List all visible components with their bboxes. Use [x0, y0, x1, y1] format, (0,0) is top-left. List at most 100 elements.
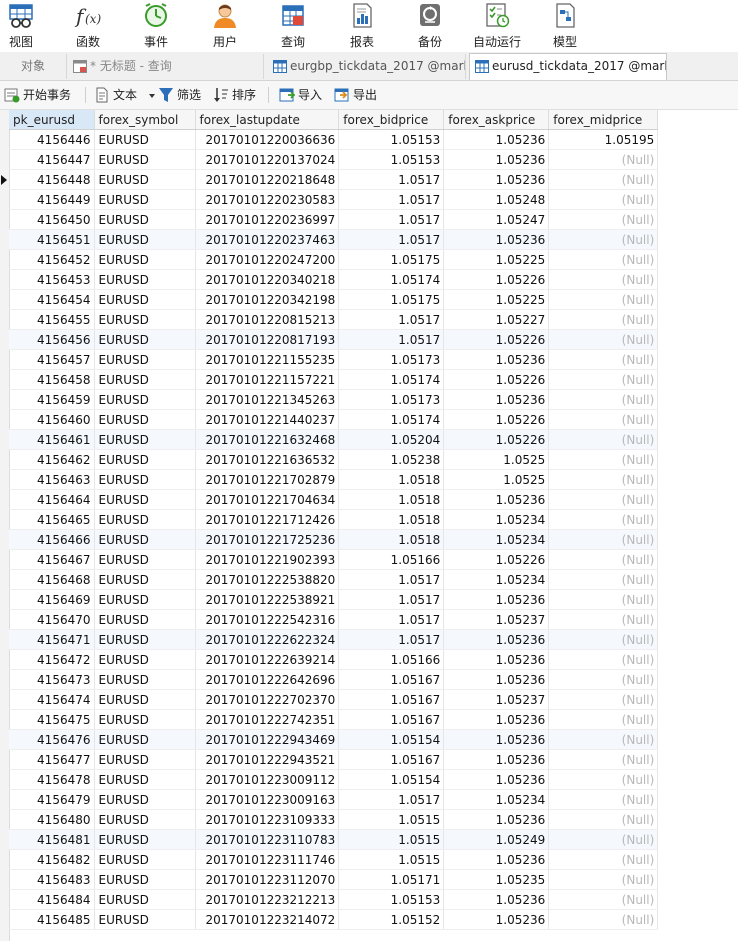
- cell-forex-askprice[interactable]: 1.05236: [443, 649, 550, 670]
- cell-forex-midprice[interactable]: (Null): [548, 269, 659, 290]
- cell-forex-askprice[interactable]: 1.05236: [443, 389, 550, 410]
- cell-forex-symbol[interactable]: EURUSD: [94, 429, 196, 450]
- cell-forex-lastupdate[interactable]: 20170101220230583: [195, 189, 340, 210]
- cell-pk-eurusd[interactable]: 4156485: [9, 909, 95, 930]
- cell-forex-symbol[interactable]: EURUSD: [94, 169, 196, 190]
- cell-pk-eurusd[interactable]: 4156449: [9, 189, 95, 210]
- cell-forex-lastupdate[interactable]: 20170101223009163: [195, 789, 340, 810]
- cell-forex-midprice[interactable]: (Null): [548, 609, 659, 630]
- cell-forex-symbol[interactable]: EURUSD: [94, 629, 196, 650]
- cell-forex-symbol[interactable]: EURUSD: [94, 309, 196, 330]
- cell-forex-bidprice[interactable]: 1.0517: [338, 569, 445, 590]
- cell-forex-askprice[interactable]: 1.05235: [443, 869, 550, 890]
- cell-forex-lastupdate[interactable]: 20170101222742351: [195, 709, 340, 730]
- cell-forex-askprice[interactable]: 1.05236: [443, 709, 550, 730]
- cell-forex-askprice[interactable]: 1.0525: [443, 449, 550, 470]
- cell-forex-symbol[interactable]: EURUSD: [94, 589, 196, 610]
- cell-forex-askprice[interactable]: 1.05236: [443, 589, 550, 610]
- cell-forex-askprice[interactable]: 1.05236: [443, 729, 550, 750]
- cell-forex-askprice[interactable]: 1.05225: [443, 249, 550, 270]
- cell-forex-askprice[interactable]: 1.05237: [443, 609, 550, 630]
- cell-forex-symbol[interactable]: EURUSD: [94, 189, 196, 210]
- cell-forex-bidprice[interactable]: 1.05167: [338, 689, 445, 710]
- cell-forex-midprice[interactable]: 1.05195: [548, 129, 659, 150]
- cell-forex-askprice[interactable]: 1.05236: [443, 629, 550, 650]
- cell-forex-symbol[interactable]: EURUSD: [94, 689, 196, 710]
- cell-forex-bidprice[interactable]: 1.0517: [338, 629, 445, 650]
- cell-forex-symbol[interactable]: EURUSD: [94, 469, 196, 490]
- cell-forex-lastupdate[interactable]: 20170101222538921: [195, 589, 340, 610]
- cell-forex-lastupdate[interactable]: 20170101223109333: [195, 809, 340, 830]
- cell-forex-symbol[interactable]: EURUSD: [94, 569, 196, 590]
- cell-forex-lastupdate[interactable]: 20170101220247200: [195, 249, 340, 270]
- cell-forex-symbol[interactable]: EURUSD: [94, 129, 196, 150]
- column-header[interactable]: forex_askprice: [443, 110, 550, 130]
- table-row[interactable]: 4156447 EURUSD 20170101220137024 1.05153 1.0…: [9, 149, 659, 170]
- cell-forex-lastupdate[interactable]: 20170101221440237: [195, 409, 340, 430]
- cell-pk-eurusd[interactable]: 4156470: [9, 609, 95, 630]
- cell-forex-symbol[interactable]: EURUSD: [94, 529, 196, 550]
- column-header[interactable]: forex_symbol: [94, 110, 196, 130]
- cell-forex-bidprice[interactable]: 1.05166: [338, 649, 445, 670]
- cell-forex-askprice[interactable]: 1.0525: [443, 469, 550, 490]
- cell-forex-lastupdate[interactable]: 20170101221157221: [195, 369, 340, 390]
- cell-forex-askprice[interactable]: 1.05236: [443, 909, 550, 930]
- cell-forex-askprice[interactable]: 1.05236: [443, 489, 550, 510]
- cell-forex-askprice[interactable]: 1.05225: [443, 289, 550, 310]
- cell-pk-eurusd[interactable]: 4156457: [9, 349, 95, 370]
- cell-pk-eurusd[interactable]: 4156472: [9, 649, 95, 670]
- cell-pk-eurusd[interactable]: 4156475: [9, 709, 95, 730]
- cell-forex-bidprice[interactable]: 1.05174: [338, 369, 445, 390]
- ribbon-report-button[interactable]: 报表: [332, 0, 392, 52]
- sort-button[interactable]: 排序: [213, 85, 256, 105]
- table-row[interactable]: 4156466 EURUSD 20170101221725236 1.0518 1.05…: [9, 529, 659, 550]
- cell-forex-bidprice[interactable]: 1.0517: [338, 209, 445, 230]
- cell-forex-lastupdate[interactable]: 20170101223110783: [195, 829, 340, 850]
- cell-pk-eurusd[interactable]: 4156453: [9, 269, 95, 290]
- table-row[interactable]: 4156485 EURUSD 20170101223214072 1.05152 1.0…: [9, 909, 659, 930]
- table-row[interactable]: 4156453 EURUSD 20170101220340218 1.05174 1.0…: [9, 269, 659, 290]
- cell-pk-eurusd[interactable]: 4156464: [9, 489, 95, 510]
- tab-untitled-query[interactable]: * 无标题 - 查询: [68, 54, 264, 79]
- table-row[interactable]: 4156482 EURUSD 20170101223111746 1.0515 1.05…: [9, 849, 659, 870]
- cell-pk-eurusd[interactable]: 4156466: [9, 529, 95, 550]
- cell-forex-midprice[interactable]: (Null): [548, 869, 659, 890]
- cell-forex-bidprice[interactable]: 1.05154: [338, 729, 445, 750]
- cell-forex-midprice[interactable]: (Null): [548, 649, 659, 670]
- cell-forex-askprice[interactable]: 1.05236: [443, 129, 550, 150]
- cell-forex-bidprice[interactable]: 1.05167: [338, 669, 445, 690]
- cell-forex-midprice[interactable]: (Null): [548, 529, 659, 550]
- cell-forex-midprice[interactable]: (Null): [548, 409, 659, 430]
- cell-forex-midprice[interactable]: (Null): [548, 489, 659, 510]
- tab-eurgbp-table[interactable]: eurgbp_tickdata_2017 @marke...: [268, 54, 466, 79]
- cell-forex-bidprice[interactable]: 1.05166: [338, 549, 445, 570]
- cell-forex-lastupdate[interactable]: 20170101222702370: [195, 689, 340, 710]
- cell-forex-midprice[interactable]: (Null): [548, 329, 659, 350]
- cell-forex-bidprice[interactable]: 1.05174: [338, 409, 445, 430]
- cell-forex-midprice[interactable]: (Null): [548, 629, 659, 650]
- table-row[interactable]: 4156458 EURUSD 20170101221157221 1.05174 1.0…: [9, 369, 659, 390]
- cell-forex-midprice[interactable]: (Null): [548, 209, 659, 230]
- filter-button[interactable]: 筛选: [158, 85, 201, 105]
- cell-forex-askprice[interactable]: 1.05248: [443, 189, 550, 210]
- table-row[interactable]: 4156460 EURUSD 20170101221440237 1.05174 1.0…: [9, 409, 659, 430]
- cell-forex-askprice[interactable]: 1.05226: [443, 429, 550, 450]
- cell-forex-askprice[interactable]: 1.05236: [443, 889, 550, 910]
- cell-forex-bidprice[interactable]: 1.05173: [338, 349, 445, 370]
- cell-forex-midprice[interactable]: (Null): [548, 729, 659, 750]
- cell-forex-midprice[interactable]: (Null): [548, 249, 659, 270]
- cell-forex-lastupdate[interactable]: 20170101222943521: [195, 749, 340, 770]
- cell-pk-eurusd[interactable]: 4156448: [9, 169, 95, 190]
- cell-forex-lastupdate[interactable]: 20170101222639214: [195, 649, 340, 670]
- cell-forex-midprice[interactable]: (Null): [548, 769, 659, 790]
- cell-forex-symbol[interactable]: EURUSD: [94, 149, 196, 170]
- table-row[interactable]: 4156473 EURUSD 20170101222642696 1.05167 1.0…: [9, 669, 659, 690]
- cell-forex-askprice[interactable]: 1.05226: [443, 329, 550, 350]
- cell-forex-bidprice[interactable]: 1.05153: [338, 889, 445, 910]
- cell-forex-bidprice[interactable]: 1.0515: [338, 809, 445, 830]
- cell-forex-bidprice[interactable]: 1.05175: [338, 249, 445, 270]
- cell-pk-eurusd[interactable]: 4156461: [9, 429, 95, 450]
- cell-forex-midprice[interactable]: (Null): [548, 569, 659, 590]
- cell-forex-lastupdate[interactable]: 20170101220218648: [195, 169, 340, 190]
- cell-forex-symbol[interactable]: EURUSD: [94, 549, 196, 570]
